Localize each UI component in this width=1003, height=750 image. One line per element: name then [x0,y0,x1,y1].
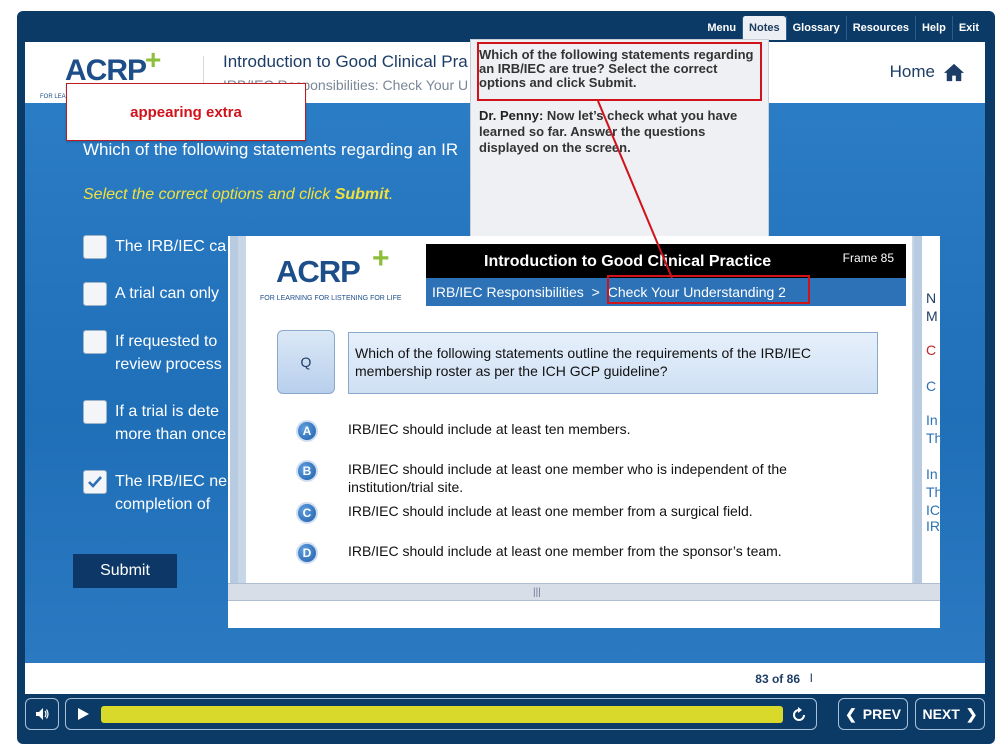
checkmark-icon [88,476,102,488]
help-tab[interactable]: Help [914,16,952,40]
reference-option[interactable]: A IRB/IEC should include at least ten me… [296,420,818,442]
annotation-label: appearing extra [130,104,242,121]
side-fragment: In [926,466,938,482]
reference-tagline: FOR LEARNING FOR LISTENING FOR LIFE [260,295,402,302]
annotation-callout: appearing extra [66,83,306,141]
exit-tab[interactable]: Exit [951,16,985,40]
side-fragment: N [926,290,937,306]
reference-logo-text: ACRP [276,254,361,289]
chevron-right-icon: ❯ [965,705,978,722]
seek-bar[interactable] [65,698,817,730]
chevron-left-icon: ❮ [845,705,857,722]
option-checkbox[interactable] [83,235,107,259]
instruction-suffix: . [388,186,394,203]
reference-question-box: Which of the following statements outlin… [348,332,878,394]
reference-title-bar: Introduction to Good Clinical Practice F… [426,244,906,278]
notes-narration: Dr. Penny: Now let’s check what you have… [479,108,759,156]
breadcrumb-section: IRB/IEC Responsibilities [432,284,584,300]
option-checkbox-checked[interactable] [83,470,107,494]
reference-logo-plus-icon: + [372,242,390,275]
reference-option-text: IRB/IEC should include at least one memb… [348,543,782,559]
glossary-tab[interactable]: Glossary [785,16,846,40]
reference-title: Introduction to Good Clinical Practice [484,253,772,270]
reference-logo: ACRP + [276,242,390,290]
side-fragment: IR [926,518,940,534]
next-label: NEXT [922,706,960,722]
side-fragment: IC [926,502,940,518]
notes-tab[interactable]: Notes [742,16,786,40]
course-title: Introduction to Good Clinical Pra [223,52,468,71]
reference-option[interactable]: D IRB/IEC should include at least one me… [296,542,818,564]
reference-option-text: IRB/IEC should include at least one memb… [348,461,787,495]
home-label: Home [889,62,935,81]
speaker-icon [36,708,49,720]
horizontal-scrollbar[interactable]: ||| [228,583,940,601]
page-count: 83 of 86 [755,672,800,686]
reference-option-text: IRB/IEC should include at least one memb… [348,503,753,519]
reference-frame-number: Frame 85 [842,251,894,265]
menu-tab[interactable]: Menu [701,16,742,40]
option-letter-badge: D [296,542,318,564]
instruction-text: Select the correct options and click Sub… [83,186,393,204]
side-fragment: In [926,412,938,428]
side-fragment: C [926,342,937,358]
side-fragment: C [926,378,937,394]
side-fragment: Th [926,484,943,500]
side-fragment: Th [926,430,943,446]
next-button[interactable]: NEXT ❯ [915,698,985,730]
reference-option[interactable]: B IRB/IEC should include at least one me… [296,460,818,496]
highlight-box-breadcrumb [607,275,810,304]
progress-fill[interactable] [101,706,783,723]
reference-frame: ACRP + FOR LEARNING FOR LISTENING FOR LI… [230,236,922,583]
scroll-grip[interactable]: ||| [533,587,541,598]
replay-icon[interactable] [790,706,808,724]
play-icon[interactable] [76,707,90,721]
reference-inner: ACRP + FOR LEARNING FOR LISTENING FOR LI… [246,236,912,583]
side-fragment: M [926,308,938,324]
home-icon [944,63,964,82]
page-count-separator: I [809,671,813,685]
page-footer: 83 of 86 I [25,663,985,694]
option-checkbox[interactable] [83,282,107,306]
reference-side-strip: N M C C In Th In Th IC IR [922,236,943,583]
reference-slide: ACRP + FOR LEARNING FOR LISTENING FOR LI… [228,236,943,628]
prev-button[interactable]: ❮ PREV [838,698,908,730]
instruction-submit-word: Submit [334,186,389,203]
volume-button[interactable] [25,698,59,730]
notes-speaker: Dr. Penny: [479,108,544,123]
instruction-prefix: Select the correct options and click [83,186,335,203]
reference-option-text: IRB/IEC should include at least ten memb… [348,421,631,437]
breadcrumb-separator: > [591,284,600,300]
highlight-box-notes [477,42,762,101]
option-letter-badge: A [296,420,318,442]
option-checkbox[interactable] [83,330,107,354]
submit-button[interactable]: Submit [73,554,177,588]
reference-option[interactable]: C IRB/IEC should include at least one me… [296,502,818,524]
resources-tab[interactable]: Resources [845,16,915,40]
top-menu: Menu Notes Glossary Resources Help Exit [701,14,985,42]
home-button[interactable]: Home [890,62,965,82]
question-marker: Q [277,330,335,394]
option-checkbox[interactable] [83,400,107,424]
prev-label: PREV [862,706,901,722]
option-letter-badge: B [296,460,318,482]
option-letter-badge: C [296,502,318,524]
reference-question: Which of the following statements outlin… [355,345,812,379]
question-text: Which of the following statements regard… [83,140,459,159]
logo-plus-icon: + [145,44,161,75]
